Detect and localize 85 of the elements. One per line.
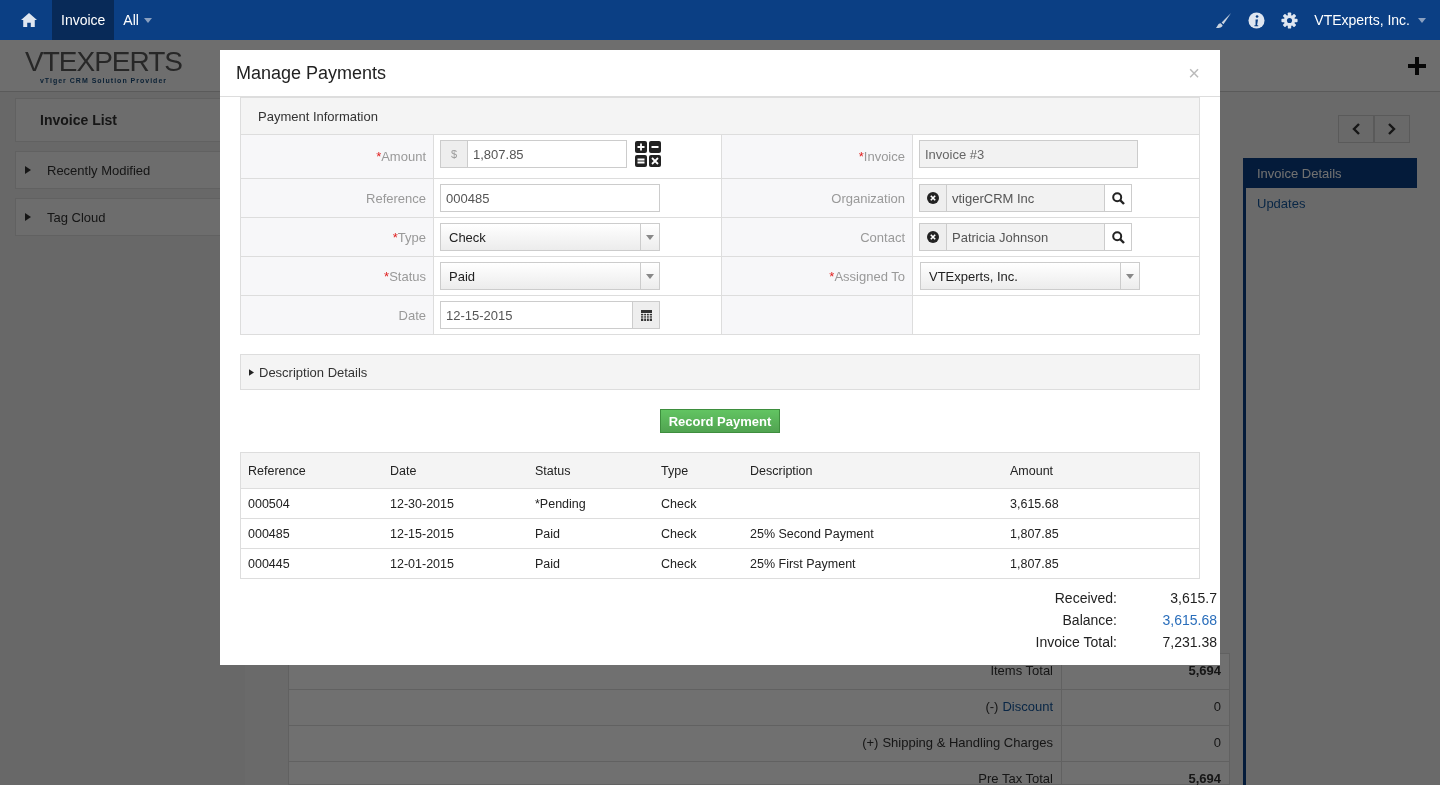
table-cell: 12-30-2015 — [390, 496, 454, 511]
select-field[interactable]: VTExperts, Inc. — [920, 262, 1140, 290]
table-cell: 25% Second Payment — [750, 526, 874, 541]
field-label: *Invoice — [858, 149, 905, 164]
field-label: *Status — [384, 268, 426, 284]
field-label: Organization — [831, 190, 905, 206]
detail-tab[interactable]: Invoice Details — [1246, 158, 1417, 188]
table-cell: *Pending — [535, 496, 586, 511]
reference-field[interactable]: 000485 — [440, 184, 660, 212]
chevron-left-icon — [1352, 123, 1360, 135]
summary-value: 7,231.38 — [1161, 634, 1217, 650]
chevron-right-icon — [1388, 123, 1396, 135]
settings-icon[interactable] — [1281, 11, 1299, 29]
logo-wordmark: VTEXPERTS — [25, 47, 182, 77]
caret-icon — [646, 234, 654, 240]
field-label: *Amount — [376, 149, 426, 164]
nav-tab[interactable]: All — [114, 0, 161, 40]
table-cell-text: 5,694 — [1187, 662, 1222, 680]
column-header: Status — [534, 463, 572, 478]
plus-icon[interactable] — [1408, 56, 1426, 75]
table-cell: Pre Tax Total — [289, 762, 1062, 785]
calendar-icon[interactable] — [640, 309, 652, 321]
amount-field[interactable]: $ 1,807.85 — [440, 140, 627, 168]
table-cell-text: 5,694 — [1187, 770, 1222, 785]
next-button[interactable] — [1374, 115, 1410, 143]
caret-icon — [143, 17, 152, 23]
select-field[interactable]: Paid — [440, 262, 660, 290]
summary-value: 3,615.7 — [1169, 590, 1217, 606]
table-cell: 12-01-2015 — [390, 556, 454, 571]
column-header: Date — [389, 463, 418, 478]
table-cell: 000504 — [248, 496, 290, 511]
clear-icon[interactable] — [927, 231, 939, 243]
lookup-field[interactable]: Patricia Johnson — [919, 223, 1132, 251]
field-label: *Assigned To — [829, 268, 905, 284]
table-cell: 3,615.68 — [1010, 496, 1059, 511]
invoice-field: Invoice #3 — [919, 140, 1138, 168]
sidebar-section-label: Tag Cloud — [47, 209, 106, 225]
table-cell: 1,807.85 — [1010, 526, 1059, 541]
section-header: Payment Information — [241, 98, 1199, 135]
summary-value: 3,615.68 — [1161, 612, 1217, 628]
table-cell: 1,807.85 — [1010, 556, 1059, 571]
summary-label: Received: — [1053, 590, 1117, 606]
table-cell: 000485 — [248, 526, 290, 541]
date-field[interactable]: 12-15-2015 — [440, 301, 660, 329]
lookup-field[interactable]: vtigerCRM Inc — [919, 184, 1132, 212]
section-title: Description Details — [259, 364, 368, 380]
table-cell: Check — [661, 556, 697, 571]
caret-icon — [646, 273, 654, 279]
field-label: *Type — [392, 229, 426, 245]
field-label: Date — [398, 307, 426, 323]
previous-button[interactable] — [1338, 115, 1374, 143]
section-header[interactable]: Description Details — [240, 354, 1200, 390]
table-cell: 000445 — [248, 556, 290, 571]
column-header: Description — [749, 463, 814, 478]
table-cell: Paid — [535, 556, 561, 571]
table-cell: 25% First Payment — [750, 556, 856, 571]
user-menu[interactable]: VTExperts, Inc. — [1314, 12, 1426, 28]
clear-icon[interactable] — [927, 192, 939, 204]
table-cell-text: 0 — [1212, 734, 1222, 752]
table-cell: Check — [661, 496, 697, 511]
calculator-icon[interactable] — [635, 141, 661, 167]
caret-icon — [1418, 17, 1426, 23]
column-header: Reference — [247, 463, 307, 478]
search-icon[interactable] — [1111, 230, 1125, 244]
table-cell: Check — [661, 526, 697, 541]
table-cell: Paid — [535, 526, 561, 541]
summary-label: Invoice Total: — [1035, 634, 1117, 650]
home-icon[interactable] — [20, 12, 38, 28]
table-cell: (-) Discount — [289, 690, 1062, 725]
nav-tab[interactable]: Invoice — [52, 0, 115, 40]
table-cell: 12-15-2015 — [390, 526, 454, 541]
table-cell-text: 0 — [1212, 698, 1222, 716]
select-field[interactable]: Check — [440, 223, 660, 251]
field-label: Contact — [860, 229, 905, 245]
field-label: Reference — [366, 190, 426, 206]
summary-label: Balance: — [1061, 612, 1117, 628]
brush-icon[interactable] — [1215, 11, 1233, 29]
info-icon[interactable] — [1248, 11, 1266, 29]
column-header: Amount — [1009, 463, 1055, 478]
column-header: Type — [660, 463, 690, 478]
dialog-title: Manage Payments — [236, 62, 387, 84]
sidebar-section-label: Recently Modified — [47, 162, 151, 178]
caret-icon — [1126, 273, 1134, 279]
table-cell: (+) Shipping & Handling Charges — [289, 726, 1062, 761]
search-icon[interactable] — [1111, 191, 1125, 205]
